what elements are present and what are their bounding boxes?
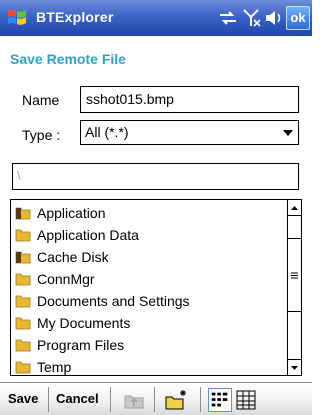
- scroll-down-icon: [291, 366, 298, 370]
- folder-icon: [15, 273, 31, 286]
- special-folder-icon: [15, 251, 31, 264]
- folder-name: Cache Disk: [37, 249, 109, 265]
- scroll-track[interactable]: [288, 216, 301, 359]
- name-label: Name: [22, 92, 60, 108]
- folder-icon: [15, 361, 31, 374]
- folder-list-item[interactable]: Documents and Settings: [11, 290, 287, 312]
- folder-icon: [15, 317, 31, 330]
- special-folder-icon: [15, 207, 31, 220]
- toolbar-divider: [200, 387, 201, 412]
- folder-list-item[interactable]: Application: [11, 202, 287, 224]
- scroll-up-button[interactable]: [288, 200, 301, 216]
- speaker-icon[interactable]: [264, 8, 284, 28]
- folder-icon: [15, 339, 31, 352]
- windows-start-icon[interactable]: [6, 7, 28, 29]
- scroll-thumb[interactable]: [288, 238, 301, 312]
- scroll-down-button[interactable]: [288, 359, 301, 375]
- folder-list-item[interactable]: My Documents: [11, 312, 287, 334]
- folder-name: ConnMgr: [37, 271, 95, 287]
- toolbar-divider: [48, 387, 49, 412]
- folder-name: My Documents: [37, 315, 131, 331]
- scroll-up-icon: [291, 206, 298, 210]
- bottom-toolbar: Save Cancel: [0, 382, 312, 415]
- folder-list-item[interactable]: Application Data: [11, 224, 287, 246]
- details-view-icon[interactable]: [234, 388, 258, 412]
- grip-icon: [291, 272, 298, 279]
- title-bar: BTExplorer ok: [0, 0, 312, 36]
- folder-icon: [15, 229, 31, 242]
- app-title: BTExplorer: [36, 9, 114, 25]
- file-type-value: All (*.*): [85, 124, 129, 140]
- folder-list-item[interactable]: Program Files: [11, 334, 287, 356]
- connectivity-icon[interactable]: [218, 8, 238, 28]
- folder-name: Temp: [37, 359, 72, 375]
- folder-name: Program Files: [37, 337, 125, 353]
- ok-button[interactable]: ok: [286, 6, 310, 30]
- save-button[interactable]: Save: [8, 391, 38, 406]
- toolbar-divider: [110, 387, 111, 412]
- dialog-title: Save Remote File: [10, 51, 126, 67]
- file-type-select[interactable]: All (*.*): [80, 120, 299, 145]
- folder-list[interactable]: Application Application Data Cache Disk Con…: [10, 199, 302, 376]
- folder-icon: [15, 295, 31, 308]
- folder-list-item[interactable]: Temp: [11, 356, 287, 375]
- vertical-scrollbar[interactable]: [287, 200, 301, 375]
- folder-name: Documents and Settings: [37, 293, 190, 309]
- cancel-button[interactable]: Cancel: [56, 391, 99, 406]
- signal-off-icon[interactable]: [242, 8, 262, 28]
- type-label: Type :: [22, 127, 61, 143]
- new-folder-icon[interactable]: [164, 388, 188, 412]
- dropdown-arrow-icon[interactable]: [283, 130, 293, 136]
- current-path-field[interactable]: \: [12, 163, 299, 190]
- file-name-input[interactable]: sshot015.bmp: [80, 86, 299, 113]
- list-view-icon[interactable]: [208, 388, 232, 412]
- folder-name: Application: [37, 205, 106, 221]
- folder-list-item[interactable]: Cache Disk: [11, 246, 287, 268]
- toolbar-divider: [154, 387, 155, 412]
- up-folder-icon[interactable]: [122, 388, 146, 412]
- folder-list-item[interactable]: ConnMgr: [11, 268, 287, 290]
- folder-name: Application Data: [37, 227, 139, 243]
